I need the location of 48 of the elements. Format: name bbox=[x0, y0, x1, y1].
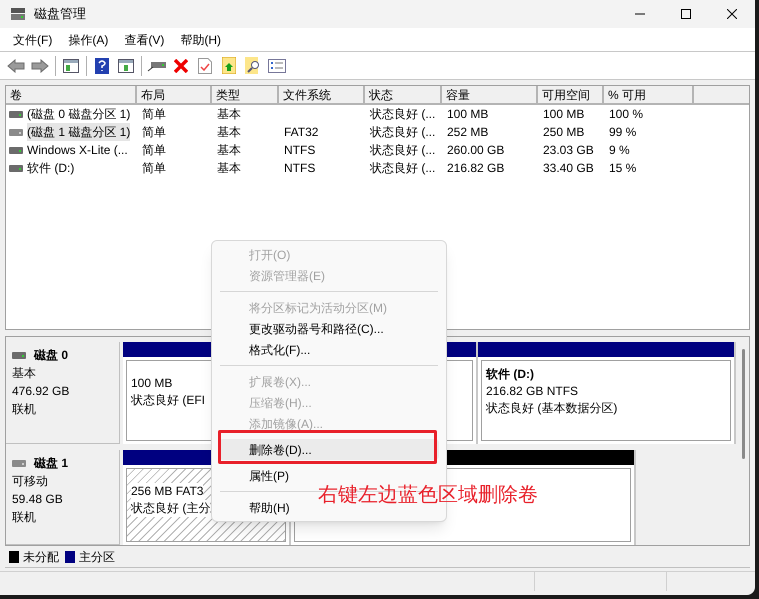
table-cell: 基本 bbox=[217, 107, 241, 121]
table-cell: 100 % bbox=[609, 107, 644, 121]
legend-label: 主分区 bbox=[79, 548, 115, 566]
table-cell: 250 MB bbox=[543, 125, 584, 139]
table-cell: 100 MB bbox=[447, 107, 488, 121]
partition-title: 软件 (D:) bbox=[486, 366, 535, 383]
table-cell: 252 MB bbox=[447, 125, 488, 139]
disk-type: 可移动 bbox=[12, 473, 49, 490]
table-cell: 简单 bbox=[142, 107, 166, 121]
table-cell: 15 % bbox=[609, 161, 636, 175]
partition-detail: 状态良好 (EFI bbox=[131, 392, 205, 409]
table-cell: 简单 bbox=[142, 125, 166, 139]
table-cell: 33.40 GB bbox=[543, 161, 594, 175]
table-cell: 状态良好 (... bbox=[370, 125, 436, 139]
table-cell: NTFS bbox=[284, 143, 316, 157]
table-cell-text: 软件 (D:) bbox=[27, 160, 74, 177]
partition-detail: 256 MB FAT3 bbox=[131, 483, 204, 500]
disk-name: 磁盘 1 bbox=[34, 455, 68, 472]
table-cell: 260.00 GB bbox=[447, 143, 504, 157]
disk-size: 476.92 GB bbox=[12, 383, 70, 400]
disk-size: 59.48 GB bbox=[12, 491, 64, 508]
table-cell: 216.82 GB bbox=[447, 161, 504, 175]
disk-status: 联机 bbox=[12, 509, 37, 526]
table-cell: 基本 bbox=[217, 143, 241, 157]
legend-label: 未分配 bbox=[23, 548, 59, 566]
partition-detail: 状态良好 (主分 bbox=[131, 500, 210, 518]
table-cell: 状态良好 (... bbox=[370, 107, 436, 121]
table-cell: 23.03 GB bbox=[543, 143, 594, 157]
table-cell-text: (磁盘 0 磁盘分区 1) bbox=[27, 106, 130, 123]
table-cell: (磁盘 1 磁盘分区 1) bbox=[27, 123, 130, 141]
partition-detail: 状态良好 (基本数据分区) bbox=[486, 400, 618, 417]
table-cell: NTFS bbox=[284, 161, 316, 175]
table-cell: FAT32 bbox=[284, 125, 318, 139]
disk-name: 磁盘 0 bbox=[34, 347, 68, 364]
table-cell: 基本 bbox=[217, 161, 241, 175]
table-cell: 100 MB bbox=[543, 107, 584, 121]
table-cell: 9 % bbox=[609, 143, 630, 157]
table-cell: 状态良好 (... bbox=[370, 161, 436, 175]
table-cell: 简单 bbox=[142, 143, 166, 157]
annotation-text: 右键左边蓝色区域删除卷 bbox=[318, 483, 538, 508]
disk-status: 联机 bbox=[12, 401, 37, 418]
table-cell: 99 % bbox=[609, 125, 636, 139]
table-cell: 基本 bbox=[217, 125, 241, 139]
table-cell: 状态良好 (... bbox=[370, 143, 436, 157]
table-cell: 简单 bbox=[142, 161, 166, 175]
disk-type: 基本 bbox=[12, 365, 37, 382]
window-title: 磁盘管理 bbox=[34, 5, 86, 24]
table-cell-text: Windows X-Lite (... bbox=[27, 142, 128, 159]
